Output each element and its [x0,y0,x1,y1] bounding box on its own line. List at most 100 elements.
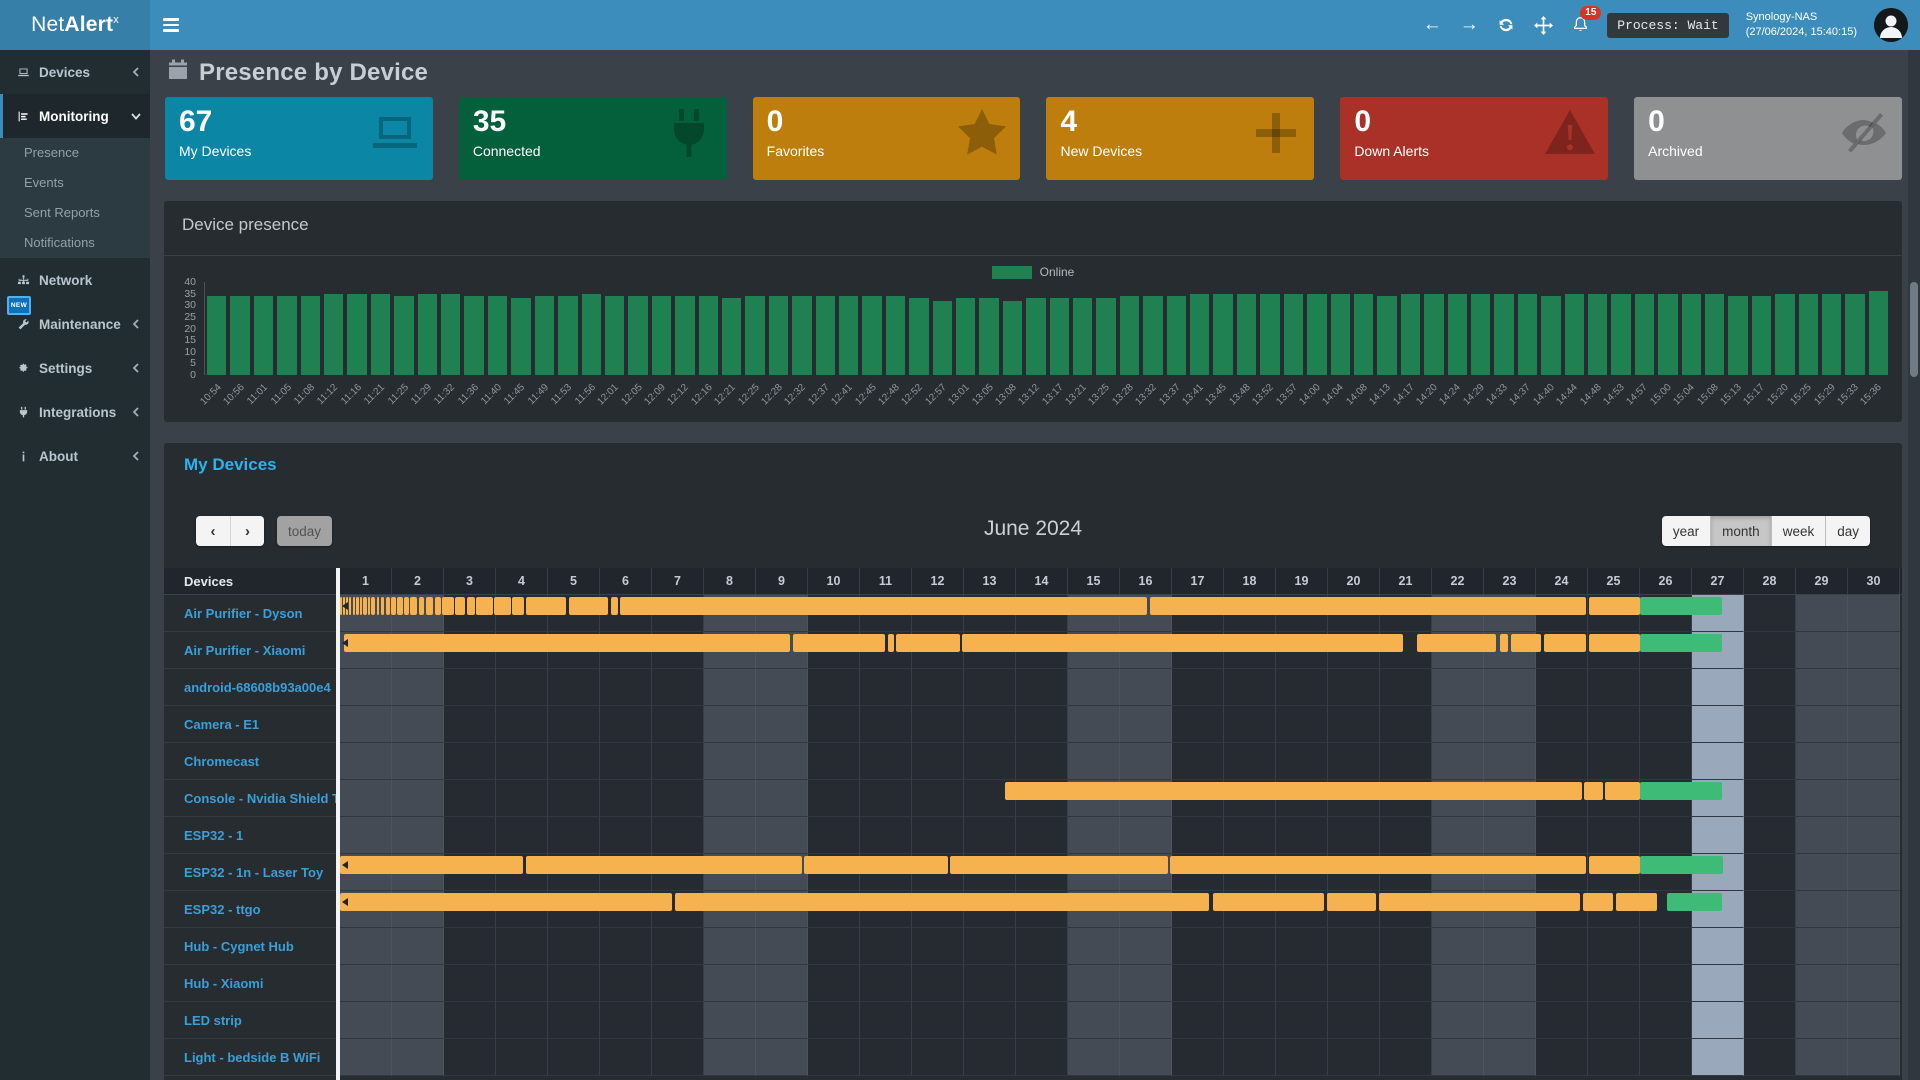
presence-event-bar[interactable] [363,597,366,615]
presence-bar[interactable] [1728,296,1747,375]
online-now-event-bar[interactable] [1640,634,1722,652]
presence-bar[interactable] [1096,298,1115,375]
presence-event-bar[interactable] [356,597,359,615]
presence-event-bar[interactable] [1605,782,1640,800]
presence-bar[interactable] [1799,294,1818,375]
presence-event-bar[interactable] [1417,634,1496,652]
device-link[interactable]: android-68608b93a00e4 [164,669,340,706]
online-now-event-bar[interactable] [1640,782,1722,800]
presence-bar[interactable] [862,296,881,375]
presence-event-bar[interactable] [611,597,618,615]
stat-card-archived[interactable]: 0Archived [1634,97,1902,180]
presence-event-bar[interactable] [426,597,433,615]
presence-bar[interactable] [1354,294,1373,375]
presence-event-bar[interactable] [620,597,1147,615]
presence-bar[interactable] [1003,301,1022,375]
presence-event-bar[interactable] [1213,893,1325,911]
presence-bar[interactable] [1167,296,1186,375]
presence-bar[interactable] [347,294,366,375]
presence-event-bar[interactable] [896,634,959,652]
stat-card-favorites[interactable]: 0Favorites [753,97,1021,180]
presence-event-bar[interactable] [377,597,379,615]
presence-bar[interactable] [582,294,601,375]
presence-bar[interactable] [1424,294,1443,375]
presence-event-bar[interactable] [793,634,885,652]
presence-bar[interactable] [769,296,788,375]
back-arrow-icon[interactable]: ← [1422,15,1442,35]
presence-bar[interactable] [207,296,226,375]
presence-bar[interactable] [1635,294,1654,375]
online-now-event-bar[interactable] [1640,597,1722,615]
presence-event-bar[interactable] [1379,893,1580,911]
presence-bar[interactable] [511,298,530,375]
presence-event-bar[interactable] [419,597,424,615]
view-button-month[interactable]: month [1710,516,1771,546]
presence-event-bar[interactable] [962,634,1403,652]
presence-bar[interactable] [1869,291,1888,375]
presence-bar[interactable] [535,296,554,375]
my-devices-title[interactable]: My Devices [184,455,277,475]
presence-bar[interactable] [1471,294,1490,375]
presence-event-bar[interactable] [391,597,395,615]
sidebar-item-devices[interactable]: Devices [0,50,150,94]
forward-arrow-icon[interactable]: → [1459,15,1479,35]
presence-event-bar[interactable] [344,634,790,652]
presence-bar[interactable] [1377,296,1396,375]
stat-card-connected[interactable]: 35Connected [459,97,727,180]
sidebar-subitem-sent-reports[interactable]: Sent Reports [0,198,150,228]
sidebar-subitem-presence[interactable]: Presence [0,138,150,168]
presence-event-bar[interactable] [1170,856,1586,874]
presence-bar[interactable] [1822,294,1841,375]
presence-bar[interactable] [933,301,952,375]
presence-event-bar[interactable] [1583,893,1613,911]
online-now-event-bar[interactable] [1640,856,1723,874]
presence-bar[interactable] [1658,294,1677,375]
presence-bar[interactable] [605,296,624,375]
presence-event-bar[interactable] [386,597,390,615]
presence-bar[interactable] [1237,294,1256,375]
presence-bar[interactable] [722,298,741,375]
presence-bar[interactable] [464,296,483,375]
presence-event-bar[interactable] [1589,597,1640,615]
view-button-week[interactable]: week [1771,516,1826,546]
presence-event-bar[interactable] [1005,782,1582,800]
presence-bar[interactable] [1143,296,1162,375]
presence-event-bar[interactable] [397,597,403,615]
presence-bar[interactable] [628,296,647,375]
stat-card-new-devices[interactable]: 4New Devices [1046,97,1314,180]
presence-event-bar[interactable] [1500,634,1508,652]
presence-event-bar[interactable] [353,597,355,615]
presence-bar[interactable] [1611,294,1630,375]
user-avatar[interactable] [1874,8,1908,42]
presence-event-bar[interactable] [888,634,894,652]
presence-bar[interactable] [301,296,320,375]
device-link[interactable]: Console - Nvidia Shield T [164,780,340,817]
presence-bar[interactable] [1026,298,1045,375]
device-link[interactable]: Chromecast [164,743,340,780]
presence-event-bar[interactable] [1327,893,1376,911]
presence-bar[interactable] [1213,294,1232,375]
presence-bar[interactable] [324,294,343,375]
presence-event-bar[interactable] [340,856,523,874]
presence-bar[interactable] [1401,294,1420,375]
presence-event-bar[interactable] [1544,634,1586,652]
presence-event-bar[interactable] [435,597,441,615]
presence-bar[interactable] [254,296,273,375]
presence-bar[interactable] [1494,294,1513,375]
presence-bar[interactable] [909,298,928,375]
presence-event-bar[interactable] [569,597,608,615]
refresh-icon[interactable] [1496,15,1516,35]
presence-bar[interactable] [979,298,998,375]
device-link[interactable]: Light - bedside B WiFi [164,1039,340,1076]
presence-event-bar[interactable] [526,856,802,874]
online-now-event-bar[interactable] [1667,893,1722,911]
presence-event-bar[interactable] [1150,597,1587,615]
presence-event-bar[interactable] [1616,893,1658,911]
presence-bar[interactable] [956,298,975,375]
notification-count-badge[interactable]: 15 [1580,6,1601,20]
presence-event-bar[interactable] [526,597,566,615]
device-link[interactable]: Camera - E1 [164,706,340,743]
presence-event-bar[interactable] [368,597,370,615]
device-link[interactable]: ESP32 - ttgo [164,891,340,928]
presence-bar[interactable] [277,296,296,375]
